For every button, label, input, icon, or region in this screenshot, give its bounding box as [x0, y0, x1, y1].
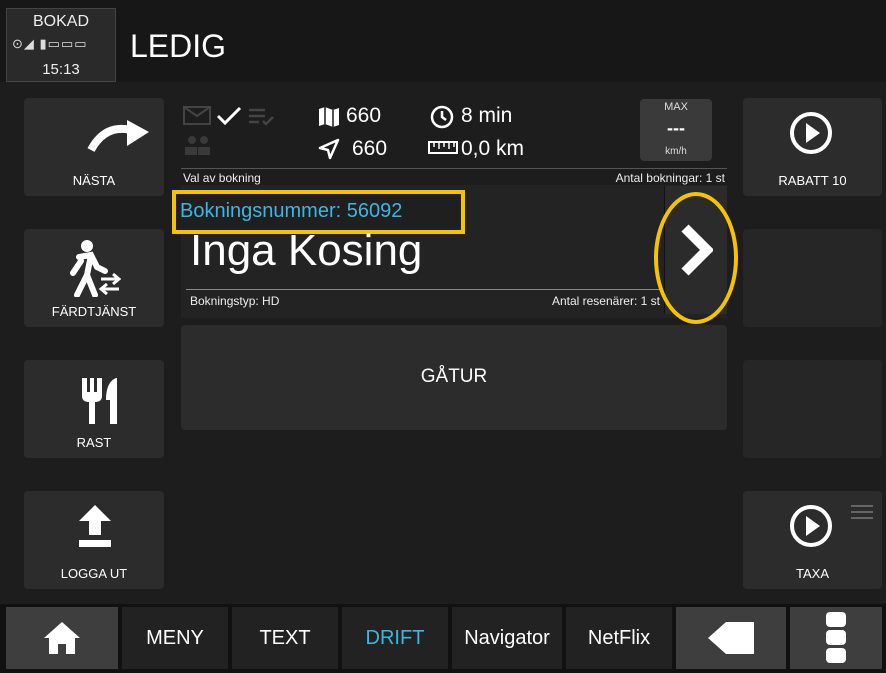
play-circle-icon: [790, 112, 832, 154]
people-icon: [185, 136, 210, 155]
logout-button[interactable]: LOGGA UT: [24, 491, 164, 589]
taxa-label: TAXA: [796, 566, 829, 581]
checkmark-icon: [216, 106, 242, 126]
divider: [181, 168, 727, 169]
distance-value: 0,0 km: [461, 137, 525, 160]
tab-text[interactable]: TEXT: [232, 607, 338, 669]
passenger-count: Antal resenärer: 1 st: [551, 294, 660, 308]
rabatt-label: RABATT 10: [778, 173, 847, 188]
menu-lines-icon: [851, 505, 873, 519]
tab-navigator[interactable]: Navigator: [452, 607, 562, 669]
rabatt-button[interactable]: RABATT 10: [743, 98, 882, 196]
status-time: 15:13: [42, 61, 80, 78]
list-check-icon: [249, 108, 274, 126]
bookings-count: Antal bokningar: 1 st: [615, 171, 725, 185]
more-icon: [826, 612, 846, 663]
booking-type: Bokningstyp: HD: [190, 294, 280, 308]
tab-netflix[interactable]: NetFlix: [566, 607, 672, 669]
redo-arrow-icon: [87, 120, 149, 153]
page-title: LEDIG: [130, 28, 227, 64]
play-circle-icon: [790, 505, 832, 547]
next-label: NÄSTA: [72, 173, 116, 188]
mail-icon: [183, 106, 211, 125]
more-button[interactable]: [790, 607, 882, 669]
divider: [186, 289, 660, 290]
max-speed-value: ---: [667, 118, 685, 138]
status-icons: ⊙◢ ▮▭▭▭: [12, 36, 88, 51]
home-icon: [44, 622, 80, 654]
tab-home[interactable]: [6, 607, 118, 669]
clock-icon: [430, 105, 454, 129]
logout-label: LOGGA UT: [60, 566, 128, 581]
next-button[interactable]: NÄSTA: [24, 98, 164, 196]
fardtjanst-button[interactable]: FÄRDTJÄNST: [24, 229, 164, 327]
walking-person-icon: [70, 240, 121, 297]
back-arrow-icon: [708, 622, 754, 654]
max-speed-unit: km/h: [665, 146, 687, 157]
upload-arrow-icon: [79, 505, 111, 547]
trip-label: GÅTUR: [420, 366, 488, 387]
rast-button[interactable]: RAST: [24, 360, 164, 458]
empty-slot: [743, 229, 882, 327]
fardtjanst-label: FÄRDTJÄNST: [51, 304, 137, 319]
ruler-icon: [428, 141, 458, 154]
selection-label: Val av bokning: [183, 171, 261, 185]
map-value: 660: [346, 104, 382, 127]
rast-label: RAST: [76, 435, 112, 450]
passenger-name: Inga Kosing: [190, 226, 423, 275]
map-icon: [319, 107, 339, 127]
tab-meny[interactable]: MENY: [122, 607, 228, 669]
highlight-oval: [654, 192, 738, 324]
navigation-arrow-icon: [318, 138, 340, 160]
status-booked-label: BOKAD: [32, 13, 89, 30]
nav-value: 660: [352, 137, 388, 160]
fork-knife-icon: [82, 378, 117, 424]
empty-slot: [743, 360, 882, 458]
booking-number: Bokningsnummer: 56092: [180, 200, 403, 222]
tab-drift[interactable]: DRIFT: [342, 607, 448, 669]
taxa-button[interactable]: TAXA: [743, 491, 882, 589]
max-speed-label: MAX: [664, 101, 688, 113]
time-value: 8 min: [461, 104, 513, 127]
back-button[interactable]: [676, 607, 786, 669]
